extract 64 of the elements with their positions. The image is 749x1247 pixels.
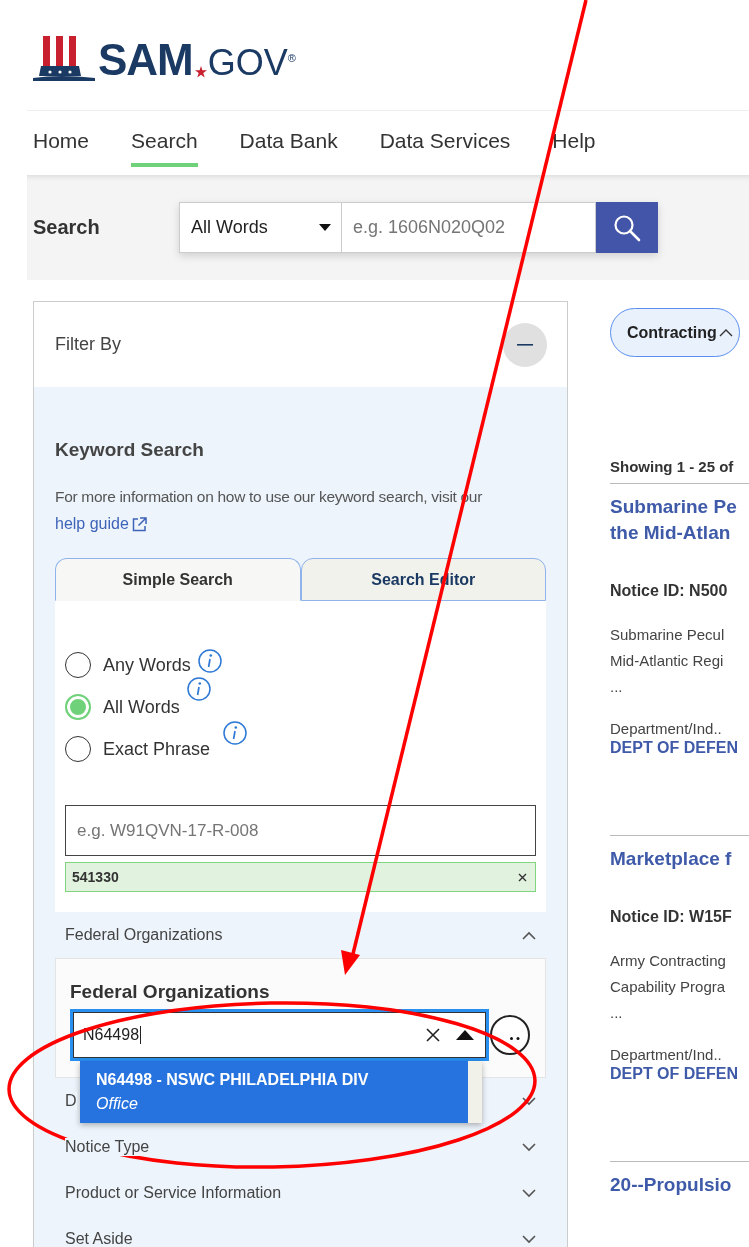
result-title-link[interactable]: 20--Propulsio [610,1172,749,1198]
more-button[interactable] [490,1015,530,1055]
search-label: Search [33,216,101,239]
info-icon [223,721,248,745]
search-button[interactable] [596,202,658,253]
radio-button[interactable] [65,652,91,678]
domain-filter-button[interactable]: Contracting [610,308,740,357]
nav-tab[interactable]: Search [131,111,198,167]
radio-label[interactable]: All Words [103,696,180,718]
info-icon [186,677,211,701]
collapse-button[interactable] [503,322,547,367]
accordion-label[interactable]: Set Aside [65,1230,133,1247]
option-subtitle: Office [96,1095,139,1113]
radio-button[interactable] [65,694,91,720]
result-title-link[interactable]: Marketplace f [610,846,749,872]
mode-dropdown[interactable]: All Words [179,202,342,253]
panel-title: Filter By [55,334,121,355]
search-field[interactable]: e.g. 1606N020Q02 [342,202,596,253]
caret-up-icon [456,1030,474,1040]
chip-label: 541330 [72,869,119,885]
department-name: DEPT OF DEFEN [610,739,739,757]
combobox-field[interactable]: N64498 [70,1009,489,1061]
radio-label[interactable]: Exact Phrase [103,738,211,760]
option-title: N64498 - NSWC PHILADELPHIA DIV [96,1071,370,1089]
info-icon [197,649,222,673]
toggle-button[interactable] [456,1030,474,1040]
help-link[interactable]: help guide [55,515,147,533]
section-heading: Keyword Search [55,439,205,461]
clear-button[interactable] [426,1028,440,1042]
result-title-link[interactable]: Submarine Pe the Mid-Atlan [610,494,749,546]
close-icon [518,872,527,882]
registered-mark: ® [287,52,296,64]
keyword-field[interactable]: e.g. W91QVN-17-R-008 [65,805,536,856]
minus-icon [517,343,533,346]
field-label: Department/Ind.. [610,1046,723,1063]
caret-down-icon [319,224,331,231]
result-description: Army Contracting Capability Progra ... [610,951,727,1023]
logo-text: GOV [207,44,288,82]
dropdown-option[interactable]: N64498 - NSWC PHILADELPHIA DIV Office [96,1071,452,1113]
results-count: Showing 1 - 25 of [610,458,749,484]
search-tab[interactable]: Simple Search [55,558,301,601]
ellipsis-icon [510,1037,520,1040]
external-link-icon [131,516,147,532]
accordion-label[interactable]: Federal Organizations [65,926,223,944]
field-label: Department/Ind.. [610,720,723,737]
radio-label[interactable]: Any Words [103,654,191,676]
nav-tab[interactable]: Data Bank [239,111,338,167]
notice-id: Notice ID: W15F [610,908,733,926]
search-icon [613,213,641,242]
department-name: DEPT OF DEFEN [610,1065,739,1083]
hat-logo-icon [33,34,95,82]
radio-button[interactable] [65,736,91,762]
nav-tab[interactable]: Help [552,111,596,167]
logo-text: SAM [98,38,193,82]
notice-id: Notice ID: N500 [610,582,729,600]
field-label: Federal Organizations [70,981,271,1003]
nav-tab[interactable]: Data Services [379,111,511,167]
result-description: Submarine Pecul Mid-Atlantic Regi ... [610,625,726,697]
accordion-label[interactable]: Notice Type [65,1138,150,1156]
chevron-up-icon [718,328,733,337]
combobox-value: N64498 [83,1026,142,1044]
nav-tab[interactable]: Home [33,111,90,167]
star-icon [194,66,207,78]
close-icon [426,1028,440,1042]
